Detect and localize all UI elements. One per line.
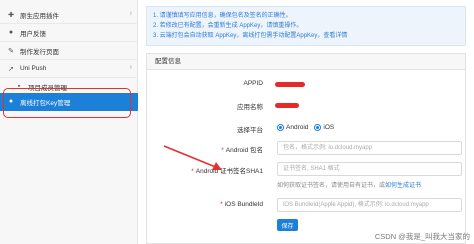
panel-title: 配置信息 bbox=[147, 54, 465, 70]
generate-cert-link[interactable]: 如何生成证书 bbox=[385, 183, 421, 189]
platform-radio-group: Android iOS bbox=[277, 124, 334, 131]
android-package-input[interactable]: 包名，格式示例: io.dcloud.myapp bbox=[277, 141, 462, 155]
appid-redaction bbox=[275, 82, 305, 87]
sidebar-item-label: Uni Push bbox=[20, 65, 47, 72]
ios-bundle-label: * iOS BundleId bbox=[220, 201, 263, 208]
radio-checked-icon bbox=[277, 124, 284, 131]
android-sha1-help-text: 如何获取证书签名，请使用自有证书，或 bbox=[277, 183, 386, 189]
save-button[interactable]: 保存 bbox=[277, 219, 298, 231]
chevron-down-icon: › bbox=[129, 10, 132, 17]
ios-radio-label: iOS bbox=[323, 124, 335, 131]
android-radio-label: Android bbox=[286, 124, 309, 131]
notice-line-1: 1. 请谨慎填写应用信息，确保包名及签名的正确性。 bbox=[153, 13, 292, 19]
ios-radio[interactable]: iOS bbox=[314, 124, 334, 131]
arrow-annotation-icon bbox=[163, 145, 222, 170]
notice-line-3-text: 3. 云端打包会自动获取 AppKey，离线打包需手动配置AppKey， bbox=[153, 33, 324, 39]
android-sha1-input[interactable]: 证书签名, SHA1 格式 bbox=[277, 162, 462, 176]
appname-label: 应用名称 bbox=[237, 104, 263, 111]
sidebar-item-label: 用户反馈 bbox=[20, 30, 46, 38]
highlight-annotation-box bbox=[3, 88, 131, 118]
sidebar-item-label: 原生应用插件 bbox=[20, 12, 59, 20]
puzzle-icon: ✚ bbox=[8, 11, 14, 19]
sidebar-item-user-feedback[interactable]: ● 用户反馈 bbox=[0, 24, 138, 42]
appname-redaction bbox=[275, 103, 299, 108]
platform-label: 选择平台 bbox=[237, 127, 263, 134]
sidebar: ✚ 原生应用插件 › ● 用户反馈 ✎ 制作发行页面 ➚ Uni Push › … bbox=[0, 0, 138, 244]
ios-bundle-input[interactable]: iOS BundleId(Apple Appid), 格式示例: io.dclo… bbox=[277, 198, 462, 212]
android-sha1-help: 如何获取证书签名，请使用自有证书，或如何生成证书 bbox=[277, 180, 421, 189]
sidebar-item-label: 制作发行页面 bbox=[20, 48, 59, 56]
main-content: 1. 请谨慎填写应用信息，确保包名及签名的正确性。 2. 若修改已有配置，会重新… bbox=[146, 0, 474, 244]
view-details-link[interactable]: 查看详情 bbox=[323, 33, 347, 39]
chevron-down-icon: › bbox=[129, 64, 132, 71]
sidebar-item-release-page[interactable]: ✎ 制作发行页面 bbox=[0, 42, 138, 60]
rocket-icon: ➚ bbox=[8, 65, 14, 73]
notice-line-2: 2. 若修改已有配置，会重新生成 AppKey，请慎重操作。 bbox=[153, 23, 303, 29]
sidebar-item-uni-push[interactable]: ➚ Uni Push › bbox=[0, 60, 138, 78]
notice-box: 1. 请谨慎填写应用信息，确保包名及签名的正确性。 2. 若修改已有配置，会重新… bbox=[146, 6, 466, 46]
appid-label: APPID bbox=[243, 80, 263, 87]
user-icon: ● bbox=[8, 29, 14, 36]
sidebar-item-native-plugins[interactable]: ✚ 原生应用插件 › bbox=[0, 6, 138, 24]
radio-checked-icon bbox=[314, 124, 322, 131]
watermark: CSDN @我是_叫我大当家的 bbox=[374, 232, 470, 241]
edit-icon: ✎ bbox=[8, 47, 14, 55]
android-radio[interactable]: Android bbox=[277, 124, 308, 131]
notice-line-3: 3. 云端打包会自动获取 AppKey，离线打包需手动配置AppKey，查看详情 bbox=[153, 31, 459, 41]
